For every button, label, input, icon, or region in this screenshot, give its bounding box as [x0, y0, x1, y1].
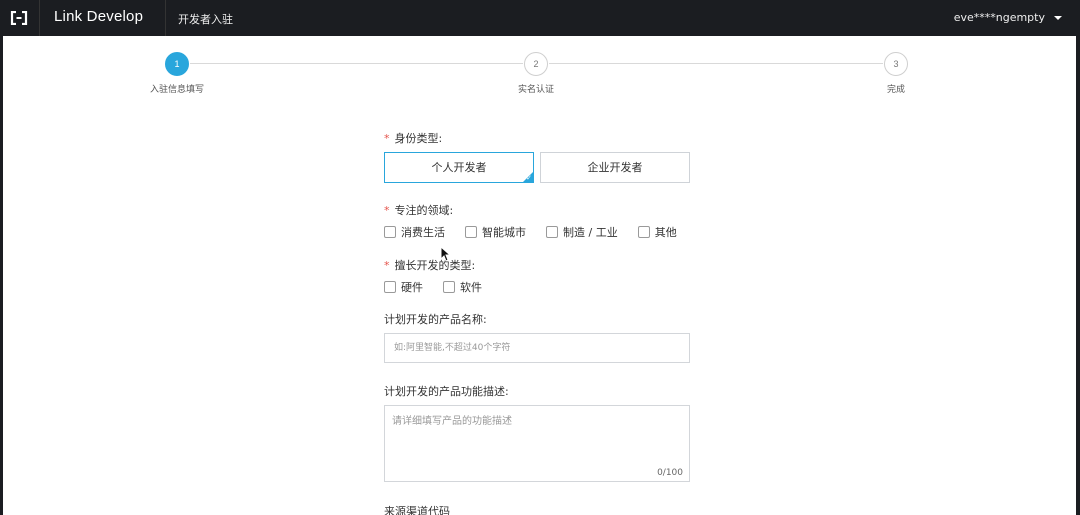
step-3-circle: 3: [884, 52, 908, 76]
checkbox[interactable]: [384, 281, 396, 293]
left-edge: [0, 36, 3, 515]
right-edge: [1076, 36, 1080, 515]
product-name-input[interactable]: 如:阿里智能,不超过40个字符: [384, 333, 690, 363]
checkbox[interactable]: [384, 226, 396, 238]
step-2-circle: 2: [524, 52, 548, 76]
dev-type-options: 硬件 软件: [384, 279, 502, 295]
required-mark: *: [384, 259, 390, 272]
step-2-label: 实名认证: [517, 85, 555, 95]
user-menu[interactable]: eve****ngempty: [954, 11, 1062, 24]
step-1-label: 入驻信息填写: [149, 85, 205, 95]
dev-type-option-hardware[interactable]: 硬件: [384, 279, 423, 295]
required-mark: *: [384, 132, 390, 145]
domain-options: 消费生活 智能城市 制造 / 工业 其他: [384, 224, 697, 240]
domain-option-consumer[interactable]: 消费生活: [384, 224, 445, 240]
step-3-label: 完成: [886, 85, 906, 95]
checkbox[interactable]: [546, 226, 558, 238]
dev-type-label: * 擅长开发的类型:: [384, 259, 476, 272]
dev-type-option-software[interactable]: 软件: [443, 279, 482, 295]
enterprise-developer-button[interactable]: 企业开发者: [540, 152, 690, 183]
identity-type-label: * 身份类型:: [384, 132, 443, 145]
source-code-label: 来源渠道代码: [384, 505, 450, 515]
caret-down-icon: [1054, 15, 1062, 20]
textarea-placeholder: 请详细填写产品的功能描述: [392, 416, 512, 427]
mouse-cursor-icon: [440, 246, 450, 262]
link-develop-logo-icon: [10, 11, 28, 25]
product-desc-textarea[interactable]: 请详细填写产品的功能描述 0/100: [384, 405, 690, 482]
checkbox[interactable]: [465, 226, 477, 238]
checkbox[interactable]: [637, 226, 650, 238]
step-connector: [549, 63, 883, 64]
step-1-circle: 1: [165, 52, 189, 76]
step-connector: [190, 63, 523, 64]
brand-title[interactable]: Link Develop: [54, 8, 143, 25]
personal-developer-button[interactable]: 个人开发者 ✓: [384, 152, 534, 183]
char-counter: 0/100: [657, 468, 683, 478]
top-navigation-bar: Link Develop 开发者入驻 eve****ngempty: [0, 0, 1080, 36]
domain-option-smart-city[interactable]: 智能城市: [465, 224, 526, 240]
logo-button[interactable]: [0, 0, 40, 36]
checkbox[interactable]: [443, 281, 455, 293]
user-name: eve****ngempty: [953, 11, 1045, 24]
product-name-label: 计划开发的产品名称:: [384, 313, 487, 326]
nav-divider: [165, 0, 166, 36]
domain-option-manufacturing[interactable]: 制造 / 工业: [546, 224, 618, 240]
nav-developer-onboarding[interactable]: 开发者入驻: [178, 11, 233, 27]
required-mark: *: [384, 204, 390, 217]
check-icon: ✓: [526, 174, 532, 182]
domain-label: * 专注的领域:: [384, 204, 454, 217]
domain-option-other[interactable]: 其他: [637, 224, 677, 240]
product-desc-label: 计划开发的产品功能描述:: [384, 385, 509, 398]
